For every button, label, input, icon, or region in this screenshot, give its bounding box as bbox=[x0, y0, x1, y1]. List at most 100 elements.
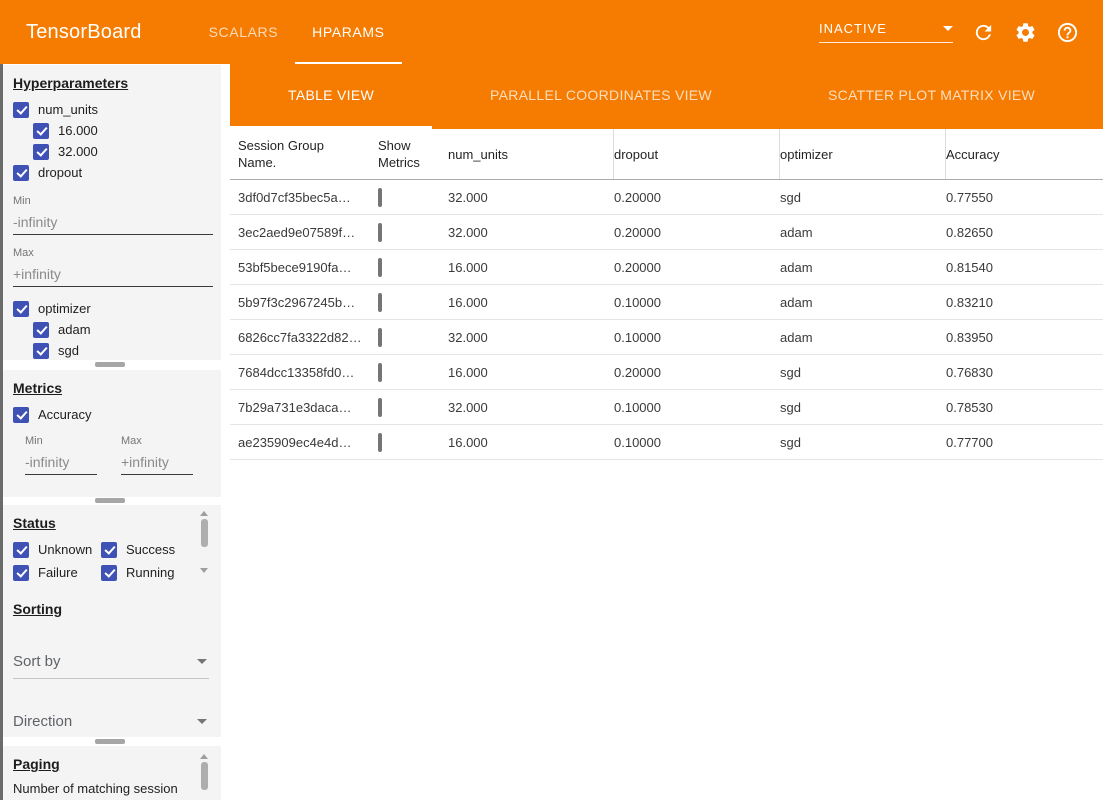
table-body: 3df0d7cf35bec5a… 32.000 0.20000 sgd 0.77… bbox=[230, 180, 1103, 460]
paging-scrollbar[interactable] bbox=[199, 754, 209, 800]
accuracy-min-input[interactable] bbox=[25, 447, 97, 475]
accuracy-max-input[interactable] bbox=[121, 447, 193, 475]
optimizer-adam-checkbox[interactable] bbox=[33, 322, 49, 338]
accuracy-value: 0.78530 bbox=[946, 400, 1103, 415]
app-title: TensorBoard bbox=[26, 21, 142, 44]
hparam-optimizer-row[interactable]: optimizer bbox=[13, 298, 211, 319]
show-metrics-checkbox[interactable] bbox=[378, 293, 382, 312]
show-metrics-checkbox[interactable] bbox=[378, 223, 382, 242]
session-group-row[interactable]: 6826cc7fa3322d82… 32.000 0.10000 adam 0.… bbox=[230, 320, 1103, 355]
session-group-row[interactable]: 5b97f3c2967245b… 16.000 0.10000 adam 0.8… bbox=[230, 285, 1103, 320]
optimizer-checkbox[interactable] bbox=[13, 301, 29, 317]
accuracy-checkbox[interactable] bbox=[13, 407, 29, 423]
tab-table-view[interactable]: TABLE VIEW bbox=[230, 64, 432, 129]
dropout-min-input[interactable] bbox=[13, 207, 213, 235]
session-group-name: 3df0d7cf35bec5a… bbox=[238, 190, 378, 205]
column-accuracy[interactable]: Accuracy bbox=[946, 138, 1103, 171]
show-metrics-checkbox[interactable] bbox=[378, 328, 382, 347]
show-metrics-checkbox[interactable] bbox=[378, 433, 382, 452]
accuracy-max-label: Max bbox=[121, 435, 193, 447]
dropout-checkbox[interactable] bbox=[13, 165, 29, 181]
gear-icon[interactable] bbox=[1014, 21, 1037, 44]
resize-handle[interactable] bbox=[95, 498, 125, 503]
status-success-row[interactable]: Success bbox=[101, 539, 203, 560]
session-group-row[interactable]: 3ec2aed9e07589f… 32.000 0.20000 adam 0.8… bbox=[230, 215, 1103, 250]
status-success-checkbox[interactable] bbox=[101, 542, 117, 558]
hparam-optimizer-sgd-row[interactable]: sgd bbox=[33, 340, 211, 360]
status-failure-label: Failure bbox=[38, 565, 78, 580]
hparam-num-units-16-row[interactable]: 16.000 bbox=[33, 120, 211, 141]
accuracy-value: 0.77550 bbox=[946, 190, 1103, 205]
accuracy-minmax: Min Max bbox=[25, 425, 211, 475]
optimizer-value: adam bbox=[780, 295, 946, 310]
session-group-name: ae235909ec4e4d… bbox=[238, 435, 378, 450]
show-metrics-checkbox[interactable] bbox=[378, 188, 382, 207]
num-units-32-checkbox[interactable] bbox=[33, 144, 49, 160]
hparam-optimizer-adam-row[interactable]: adam bbox=[33, 319, 211, 340]
status-unknown-checkbox[interactable] bbox=[13, 542, 29, 558]
direction-select[interactable]: Direction bbox=[13, 707, 209, 737]
top-toolbar: TensorBoard SCALARS HPARAMS INACTIVE bbox=[0, 0, 1103, 64]
dropout-max-input[interactable] bbox=[13, 259, 213, 287]
status-failure-checkbox[interactable] bbox=[13, 565, 29, 581]
show-metrics-checkbox[interactable] bbox=[378, 398, 382, 417]
paging-heading: Paging bbox=[13, 756, 211, 772]
help-icon[interactable] bbox=[1056, 21, 1079, 44]
column-optimizer[interactable]: optimizer bbox=[780, 129, 946, 179]
accuracy-value: 0.76830 bbox=[946, 365, 1103, 380]
show-metrics-checkbox[interactable] bbox=[378, 258, 382, 277]
status-scrollbar[interactable] bbox=[199, 511, 209, 573]
refresh-icon[interactable] bbox=[972, 21, 995, 44]
hparams-main: TABLE VIEW PARALLEL COORDINATES VIEW SCA… bbox=[230, 64, 1103, 800]
status-running-checkbox[interactable] bbox=[101, 565, 117, 581]
tab-scalars[interactable]: SCALARS bbox=[192, 0, 296, 64]
hparam-dropout-row[interactable]: dropout bbox=[13, 162, 211, 183]
hyperparameters-heading: Hyperparameters bbox=[13, 75, 211, 91]
accuracy-value: 0.83950 bbox=[946, 330, 1103, 345]
tab-parallel-coordinates-view[interactable]: PARALLEL COORDINATES VIEW bbox=[432, 64, 770, 129]
status-failure-row[interactable]: Failure bbox=[13, 562, 101, 583]
hyperparameters-panel: Hyperparameters num_units 16.000 32.000 … bbox=[3, 65, 221, 360]
status-running-row[interactable]: Running bbox=[101, 562, 203, 583]
session-group-row[interactable]: ae235909ec4e4d… 16.000 0.10000 sgd 0.777… bbox=[230, 425, 1103, 460]
scroll-up-icon[interactable] bbox=[200, 511, 208, 516]
show-metrics-cell bbox=[378, 365, 448, 380]
resize-handle[interactable] bbox=[95, 739, 125, 744]
inactive-plugins-dropdown[interactable]: INACTIVE bbox=[819, 21, 953, 43]
hparam-num-units-row[interactable]: num_units bbox=[13, 99, 211, 120]
tab-hparams[interactable]: HPARAMS bbox=[295, 0, 401, 64]
column-session-group-name[interactable]: Session Group Name. bbox=[238, 129, 378, 179]
status-unknown-row[interactable]: Unknown bbox=[13, 539, 101, 560]
scroll-down-icon[interactable] bbox=[200, 568, 208, 573]
num-units-32-label: 32.000 bbox=[58, 144, 98, 159]
num-units-value: 32.000 bbox=[448, 225, 614, 240]
hparams-sidebar: Hyperparameters num_units 16.000 32.000 … bbox=[0, 64, 221, 800]
tab-scatter-plot-matrix-view[interactable]: SCATTER PLOT MATRIX VIEW bbox=[770, 64, 1093, 129]
scrollbar-thumb[interactable] bbox=[201, 519, 208, 547]
dropout-value: 0.10000 bbox=[614, 400, 780, 415]
toolbar-actions: INACTIVE bbox=[819, 21, 1079, 44]
optimizer-sgd-checkbox[interactable] bbox=[33, 343, 49, 359]
num-units-checkbox[interactable] bbox=[13, 102, 29, 118]
show-metrics-checkbox[interactable] bbox=[378, 363, 382, 382]
dropout-label: dropout bbox=[38, 165, 82, 180]
session-group-row[interactable]: 7684dcc13358fd0… 16.000 0.20000 sgd 0.76… bbox=[230, 355, 1103, 390]
hparam-num-units-32-row[interactable]: 32.000 bbox=[33, 141, 211, 162]
session-group-row[interactable]: 7b29a731e3daca… 32.000 0.10000 sgd 0.785… bbox=[230, 390, 1103, 425]
session-group-row[interactable]: 53bf5bece9190fa… 16.000 0.20000 adam 0.8… bbox=[230, 250, 1103, 285]
dropout-value: 0.10000 bbox=[614, 435, 780, 450]
status-heading: Status bbox=[13, 515, 211, 531]
sorting-heading: Sorting bbox=[13, 601, 211, 617]
metric-accuracy-row[interactable]: Accuracy bbox=[13, 404, 211, 425]
column-dropout[interactable]: dropout bbox=[614, 129, 780, 179]
sort-by-select[interactable]: Sort by bbox=[13, 647, 209, 679]
direction-value: Direction bbox=[13, 713, 72, 730]
scroll-up-icon[interactable] bbox=[200, 754, 208, 759]
scrollbar-thumb[interactable] bbox=[201, 762, 208, 790]
session-group-row[interactable]: 3df0d7cf35bec5a… 32.000 0.20000 sgd 0.77… bbox=[230, 180, 1103, 215]
num-units-16-checkbox[interactable] bbox=[33, 123, 49, 139]
dropout-value: 0.20000 bbox=[614, 225, 780, 240]
column-num-units[interactable]: num_units bbox=[448, 129, 614, 179]
resize-handle[interactable] bbox=[95, 362, 125, 367]
column-show-metrics[interactable]: Show Metrics bbox=[378, 129, 448, 179]
